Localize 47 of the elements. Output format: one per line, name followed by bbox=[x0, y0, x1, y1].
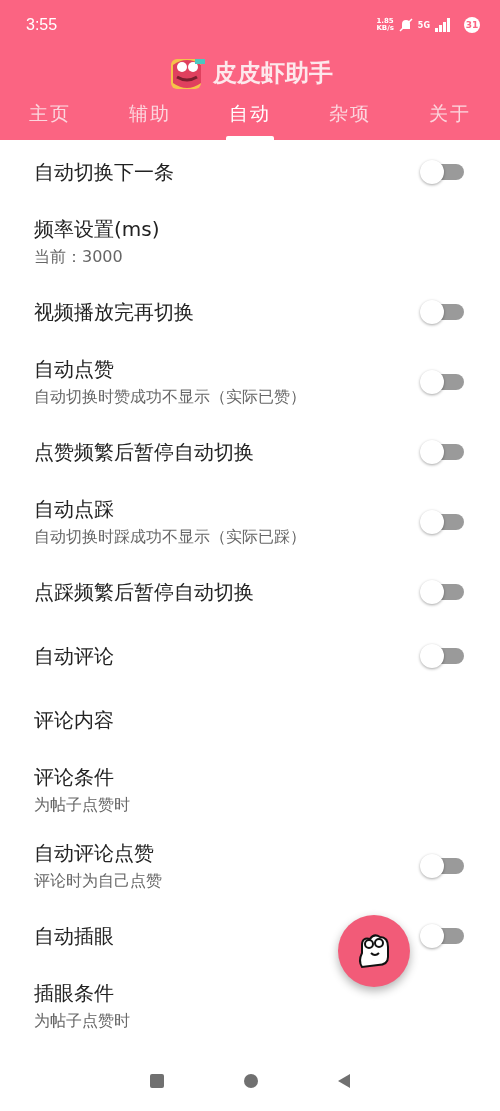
setting-title: 点踩频繁后暂停自动切换 bbox=[34, 578, 255, 606]
setting-summary: 当前：3000 bbox=[34, 247, 124, 268]
bell-muted-icon bbox=[398, 18, 413, 32]
signal-icon bbox=[435, 18, 451, 32]
setting-summary: 评论时为自己点赞 bbox=[34, 871, 163, 892]
setting-summary: 为帖子点赞时 bbox=[34, 795, 131, 816]
tab[interactable]: 杂项 bbox=[300, 96, 400, 140]
settings-item[interactable]: 评论条件 为帖子点赞时 bbox=[0, 752, 500, 828]
tab[interactable]: 关于 bbox=[400, 96, 500, 140]
settings-item[interactable]: 插眼条件 为帖子点赞时 bbox=[0, 968, 500, 1044]
toggle-switch[interactable] bbox=[420, 160, 464, 184]
setting-title: 频率设置(ms) bbox=[34, 216, 161, 243]
setting-title: 自动插眼 bbox=[34, 922, 115, 950]
tab[interactable]: 自动 bbox=[200, 96, 300, 140]
toggle-switch[interactable] bbox=[420, 924, 464, 948]
setting-title: 评论条件 bbox=[34, 764, 115, 791]
toggle-switch[interactable] bbox=[420, 510, 464, 534]
setting-summary: 自动切换时赞成功不显示（实际已赞） bbox=[34, 387, 307, 408]
status-time: 3:55 bbox=[26, 16, 58, 34]
toggle-switch[interactable] bbox=[420, 300, 464, 324]
toggle-switch[interactable] bbox=[420, 440, 464, 464]
settings-item[interactable]: 评论内容 bbox=[0, 688, 500, 752]
setting-title: 自动评论 bbox=[34, 642, 115, 670]
setting-title: 插眼条件 bbox=[34, 980, 115, 1007]
toggle-switch[interactable] bbox=[420, 644, 464, 668]
toggle-switch[interactable] bbox=[420, 580, 464, 604]
toggle-switch[interactable] bbox=[420, 370, 464, 394]
setting-summary: 自动切换时踩成功不显示（实际已踩） bbox=[34, 527, 307, 548]
tab[interactable]: 辅助 bbox=[100, 96, 200, 140]
setting-title: 自动切换下一条 bbox=[34, 158, 175, 186]
setting-title: 自动评论点赞 bbox=[34, 840, 155, 867]
setting-title: 自动点踩 bbox=[34, 496, 115, 523]
floating-action-button[interactable] bbox=[338, 915, 410, 987]
setting-summary: 为帖子点赞时 bbox=[34, 1011, 131, 1032]
setting-title: 自动点赞 bbox=[34, 356, 115, 383]
setting-title: 视频播放完再切换 bbox=[34, 298, 195, 326]
recents-icon[interactable] bbox=[150, 1074, 164, 1088]
toggle-switch[interactable] bbox=[420, 854, 464, 878]
app-title: 皮皮虾助手 bbox=[213, 58, 333, 89]
tab[interactable]: 主页 bbox=[0, 96, 100, 140]
battery-level: 31 bbox=[464, 17, 480, 33]
setting-title: 评论内容 bbox=[34, 706, 115, 734]
setting-title: 点赞频繁后暂停自动切换 bbox=[34, 438, 255, 466]
home-icon[interactable] bbox=[244, 1074, 258, 1088]
network-type: 5G bbox=[417, 20, 430, 30]
settings-item[interactable]: 频率设置(ms) 当前：3000 bbox=[0, 204, 500, 280]
back-icon[interactable] bbox=[338, 1074, 350, 1088]
